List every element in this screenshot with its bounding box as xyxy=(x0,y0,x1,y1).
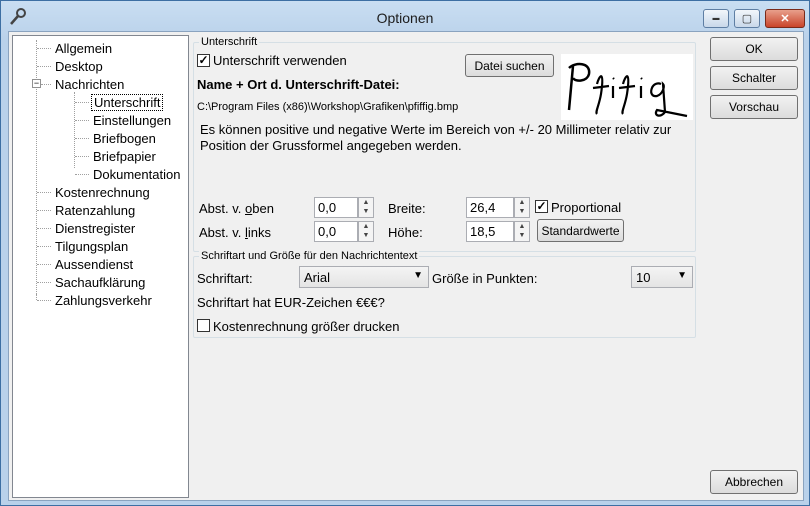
use-signature-label: Unterschrift verwenden xyxy=(213,53,347,68)
use-signature-checkbox[interactable]: ✓ xyxy=(197,54,210,67)
cost-print-label: Kostenrechnung größer drucken xyxy=(213,319,400,334)
offset-top-label: Abst. v. oben xyxy=(199,201,274,216)
height-spinner[interactable]: ▲ ▼ xyxy=(514,221,530,242)
width-input[interactable]: 26,4 xyxy=(466,197,514,218)
spin-down-icon[interactable]: ▼ xyxy=(359,231,373,240)
chevron-down-icon: ▼ xyxy=(677,270,687,281)
spin-up-icon[interactable]: ▲ xyxy=(359,198,373,207)
minimize-button[interactable]: ▬ xyxy=(703,9,729,28)
schalter-button[interactable]: Schalter xyxy=(710,66,798,90)
tree-item-zahlungsverkehr[interactable]: Zahlungsverkehr xyxy=(53,292,154,309)
defaults-button[interactable]: Standardwerte xyxy=(537,219,624,242)
offset-left-input[interactable]: 0,0 xyxy=(314,221,358,242)
offset-left-spinner[interactable]: ▲ ▼ xyxy=(358,221,374,242)
spin-up-icon[interactable]: ▲ xyxy=(359,222,373,231)
close-icon: ✕ xyxy=(780,13,790,25)
tree-item-einstellungen[interactable]: Einstellungen xyxy=(91,112,173,129)
info-text-line-2: Position der Grussformel angegeben werde… xyxy=(200,138,462,153)
info-text-line-1: Es können positive und negative Werte im… xyxy=(200,122,672,137)
spin-up-icon[interactable]: ▲ xyxy=(515,198,529,207)
offset-top-input[interactable]: 0,0 xyxy=(314,197,358,218)
tree-item-ratenzahlung[interactable]: Ratenzahlung xyxy=(53,202,137,219)
offset-top-spinner[interactable]: ▲ ▼ xyxy=(358,197,374,218)
file-path: C:\Program Files (x86)\Workshop\Grafiken… xyxy=(197,101,459,113)
dialog-body: − Allgemein Desktop Nachrichten Untersch… xyxy=(8,31,804,501)
offset-left-label: Abst. v. links xyxy=(199,225,272,240)
tree-item-allgemein[interactable]: Allgemein xyxy=(53,40,114,57)
options-window: Optionen ▬ ▢ ✕ − Allgemein Desktop Nachr… xyxy=(0,0,810,506)
proportional-label: Proportional xyxy=(551,200,622,215)
search-file-button[interactable]: Datei suchen xyxy=(465,54,554,77)
width-label: Breite: xyxy=(388,201,426,216)
tree-item-desktop[interactable]: Desktop xyxy=(53,58,105,75)
file-heading: Name + Ort d. Unterschrift-Datei: xyxy=(197,77,400,92)
tree-item-dienstregister[interactable]: Dienstregister xyxy=(53,220,137,237)
size-select-value: 10 xyxy=(636,270,651,285)
tree-item-sachaufklaerung[interactable]: Sachaufklärung xyxy=(53,274,147,291)
collapse-icon[interactable]: − xyxy=(32,79,41,88)
options-tree[interactable]: − Allgemein Desktop Nachrichten Untersch… xyxy=(12,35,189,498)
maximize-button[interactable]: ▢ xyxy=(734,9,760,28)
font-label: Schriftart: xyxy=(197,271,253,286)
tree-item-briefbogen[interactable]: Briefbogen xyxy=(91,130,158,147)
spin-down-icon[interactable]: ▼ xyxy=(515,231,529,240)
spin-down-icon[interactable]: ▼ xyxy=(515,207,529,216)
euro-sign-text: Schriftart hat EUR-Zeichen €€€? xyxy=(197,295,385,310)
tree-item-dokumentation[interactable]: Dokumentation xyxy=(91,166,182,183)
close-button[interactable]: ✕ xyxy=(765,9,805,28)
minimize-icon: ▬ xyxy=(712,15,720,22)
tree-item-unterschrift[interactable]: Unterschrift xyxy=(91,94,164,111)
preview-button[interactable]: Vorschau xyxy=(710,95,798,119)
maximize-icon: ▢ xyxy=(741,13,753,25)
ok-button[interactable]: OK xyxy=(710,37,798,61)
width-spinner[interactable]: ▲ ▼ xyxy=(514,197,530,218)
cost-print-checkbox[interactable] xyxy=(197,319,210,332)
tree-item-aussendienst[interactable]: Aussendienst xyxy=(53,256,135,273)
size-select[interactable]: 10 ▼ xyxy=(631,266,693,288)
font-select-value: Arial xyxy=(304,270,331,285)
tree-item-tilgungsplan[interactable]: Tilgungsplan xyxy=(53,238,130,255)
font-group-label: Schriftart und Größe für den Nachrichten… xyxy=(199,250,420,262)
signature-drawing xyxy=(567,62,688,118)
spin-down-icon[interactable]: ▼ xyxy=(359,207,373,216)
signature-group-label: Unterschrift xyxy=(199,36,260,48)
chevron-down-icon: ▼ xyxy=(413,270,423,281)
tree-item-kostenrechnung[interactable]: Kostenrechnung xyxy=(53,184,152,201)
signature-preview-image xyxy=(561,54,693,120)
title-bar[interactable]: Optionen ▬ ▢ ✕ xyxy=(1,1,809,31)
size-label: Größe in Punkten: xyxy=(432,271,538,286)
proportional-checkbox[interactable]: ✓ xyxy=(535,200,548,213)
window-title: Optionen xyxy=(376,10,434,26)
height-input[interactable]: 18,5 xyxy=(466,221,514,242)
height-label: Höhe: xyxy=(388,225,423,240)
tree-item-nachrichten[interactable]: Nachrichten xyxy=(53,76,126,93)
cancel-button[interactable]: Abbrechen xyxy=(710,470,798,494)
font-select[interactable]: Arial ▼ xyxy=(299,266,429,288)
tree-item-briefpapier[interactable]: Briefpapier xyxy=(91,148,158,165)
spin-up-icon[interactable]: ▲ xyxy=(515,222,529,231)
